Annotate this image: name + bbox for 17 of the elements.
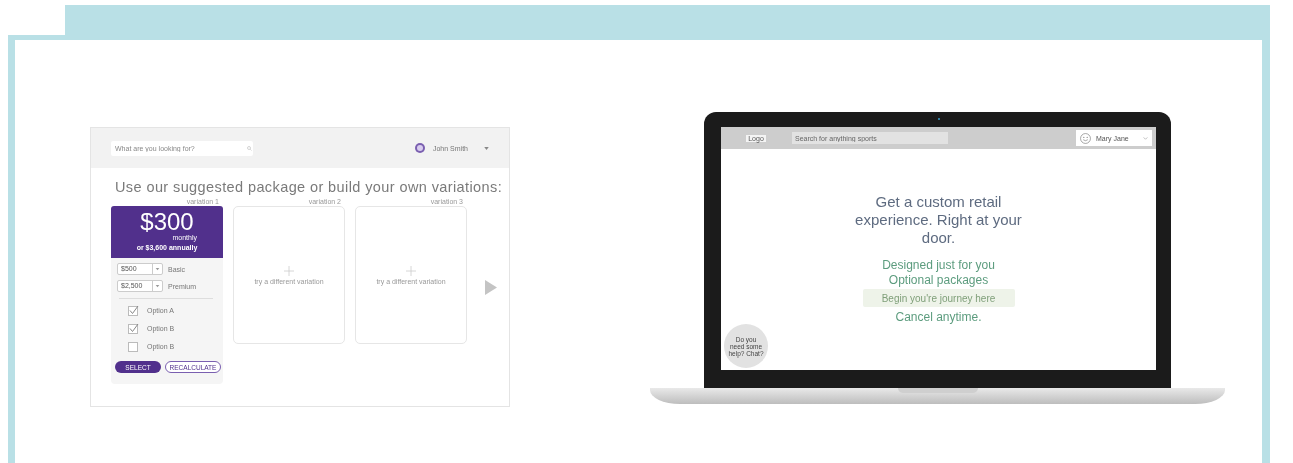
checkbox[interactable] [128,322,139,334]
play-icon[interactable] [485,280,497,295]
feature-text: Designed just for you [882,258,995,273]
plus-icon[interactable] [284,265,294,276]
smiley-icon [1080,132,1091,144]
feature-text: Cancel anytime. [895,310,982,325]
feature-text: Optional packages [888,273,989,288]
caret-icon[interactable] [484,146,489,150]
checkbox[interactable] [128,340,139,352]
caret-icon[interactable] [152,264,162,274]
headline: Get a custom retail experience. Right at your door. [854,193,1023,247]
page-heading: Use our suggested package or build your own variations: [115,179,504,195]
caret-icon[interactable] [152,281,162,291]
avatar-icon [414,143,425,153]
checkbox[interactable] [128,304,139,316]
price: $300 [140,209,194,234]
plus-icon[interactable] [406,265,416,276]
